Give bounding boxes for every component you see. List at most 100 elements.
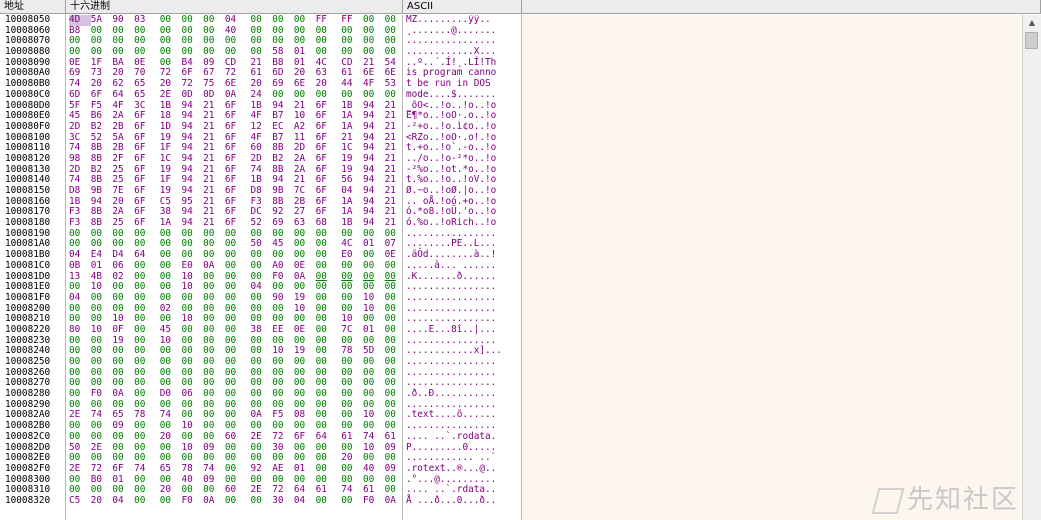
hex-byte[interactable]: 00 xyxy=(134,292,156,304)
hex-row[interactable]: 6D6F64652E0D0D0A2400000000000000 xyxy=(66,89,402,101)
hex-row[interactable]: 0B01060000E00A0000A00E0000000000 xyxy=(66,260,402,272)
scroll-thumb[interactable] xyxy=(1025,32,1038,49)
hex-byte[interactable]: 00 xyxy=(316,292,338,304)
hex-byte[interactable]: 0A xyxy=(203,260,225,272)
hex-byte[interactable]: 00 xyxy=(112,431,134,443)
ascii-row[interactable]: -²+o..!o.ì¢o..!o xyxy=(403,121,521,133)
hex-byte[interactable]: 64 xyxy=(316,431,338,443)
hex-byte[interactable]: 04 xyxy=(69,292,91,304)
address-column-header[interactable]: 地址 xyxy=(0,0,66,14)
hex-byte[interactable]: 0A xyxy=(203,495,225,507)
hex-byte[interactable]: 00 xyxy=(251,495,273,507)
hex-byte[interactable]: 0D xyxy=(181,89,203,101)
hex-byte[interactable]: 2B xyxy=(112,121,134,133)
hex-byte[interactable]: 00 xyxy=(181,292,203,304)
hex-byte[interactable]: 04 xyxy=(294,495,316,507)
hex-byte[interactable]: 40 xyxy=(363,463,385,475)
hex-byte[interactable]: 04 xyxy=(112,495,134,507)
hex-byte[interactable]: 00 xyxy=(385,260,402,272)
hex-byte[interactable]: 00 xyxy=(341,260,363,272)
hex-row[interactable]: C520040000F00A000030040000F00A00 xyxy=(66,495,402,507)
hex-byte[interactable]: 00 xyxy=(160,292,182,304)
hex-byte[interactable]: 78 xyxy=(181,463,203,475)
hex-row[interactable]: 2DB22B6F1D94216F12ECA26F1A94216F xyxy=(66,121,402,133)
hex-byte[interactable]: 00 xyxy=(225,292,247,304)
hex-byte[interactable]: 2E xyxy=(69,463,91,475)
hex-byte[interactable]: 61 xyxy=(385,431,402,443)
hex-byte[interactable]: 00 xyxy=(91,292,113,304)
hex-byte[interactable]: 6D xyxy=(69,89,91,101)
hex-byte[interactable]: 94 xyxy=(181,121,203,133)
hex-row[interactable]: 2E726F746578740092AE010000400900 xyxy=(66,463,402,475)
hex-byte[interactable]: 00 xyxy=(251,292,273,304)
hex-byte[interactable]: 74 xyxy=(134,463,156,475)
hex-byte[interactable]: 00 xyxy=(112,292,134,304)
hex-byte[interactable]: 94 xyxy=(363,121,385,133)
comment-pane[interactable] xyxy=(522,15,1023,520)
hex-byte[interactable]: A2 xyxy=(294,121,316,133)
hex-pane[interactable]: 4D 5A 90 03 00 00 00 04 00 00 00 FF FF 00 00 B8 00 00 00 00… xyxy=(66,15,403,520)
hex-byte[interactable]: 00 xyxy=(91,431,113,443)
ascii-row[interactable]: ................ xyxy=(403,292,521,304)
hex-byte[interactable]: 74 xyxy=(203,463,225,475)
hex-byte[interactable]: 65 xyxy=(160,463,182,475)
ascii-column-header[interactable]: ASCII xyxy=(403,0,522,14)
hex-byte[interactable]: 06 xyxy=(112,260,134,272)
hex-byte[interactable]: 92 xyxy=(251,463,273,475)
hex-byte[interactable]: 90 xyxy=(272,292,294,304)
hex-byte[interactable]: 30 xyxy=(272,495,294,507)
hex-byte[interactable]: 6F xyxy=(225,121,247,133)
hex-byte[interactable]: 24 xyxy=(251,89,273,101)
hex-byte[interactable]: 0A xyxy=(385,495,402,507)
hex-byte[interactable]: 21 xyxy=(385,121,402,133)
hex-byte[interactable]: 00 xyxy=(225,463,247,475)
hex-byte[interactable]: 00 xyxy=(316,89,338,101)
vertical-scrollbar[interactable]: ▲ xyxy=(1022,15,1041,520)
hex-byte[interactable]: 00 xyxy=(225,260,247,272)
hex-byte[interactable]: 6F xyxy=(134,121,156,133)
hex-byte[interactable]: F0 xyxy=(181,495,203,507)
hex-byte[interactable]: F0 xyxy=(363,495,385,507)
ascii-pane[interactable]: MZ.........ÿÿ.. ¸.......@................… xyxy=(403,15,522,520)
hex-byte[interactable]: AE xyxy=(272,463,294,475)
hex-byte[interactable]: EC xyxy=(272,121,294,133)
hex-byte[interactable]: 00 xyxy=(134,495,156,507)
hex-byte[interactable]: 00 xyxy=(341,463,363,475)
ascii-row[interactable]: Å ...ð...0...ð.. xyxy=(403,495,521,507)
hex-byte[interactable]: 00 xyxy=(134,431,156,443)
hex-byte[interactable]: 60 xyxy=(225,431,247,443)
hex-byte[interactable]: 00 xyxy=(316,463,338,475)
hex-byte[interactable]: 00 xyxy=(341,495,363,507)
hex-byte[interactable]: 2E xyxy=(251,431,273,443)
hex-byte[interactable]: 00 xyxy=(316,495,338,507)
hex-byte[interactable]: 19 xyxy=(294,292,316,304)
hex-byte[interactable]: 00 xyxy=(341,89,363,101)
hex-byte[interactable]: 00 xyxy=(69,431,91,443)
hex-row[interactable]: 00000000200000602E726F6461746100 xyxy=(66,431,402,443)
hex-byte[interactable]: 00 xyxy=(385,292,402,304)
hex-byte[interactable]: 20 xyxy=(160,431,182,443)
ascii-row[interactable]: .....à... ...... xyxy=(403,260,521,272)
hex-byte[interactable]: A0 xyxy=(272,260,294,272)
hex-byte[interactable]: 20 xyxy=(91,495,113,507)
hex-byte[interactable]: 00 xyxy=(251,260,273,272)
ascii-row[interactable]: .rotext..®...@.. xyxy=(403,463,521,475)
hex-byte[interactable]: 6F xyxy=(316,121,338,133)
hex-byte[interactable]: 2D xyxy=(69,121,91,133)
hex-byte[interactable]: 6F xyxy=(91,89,113,101)
hex-byte[interactable]: 64 xyxy=(112,89,134,101)
hex-byte[interactable]: 12 xyxy=(251,121,273,133)
hex-byte[interactable]: E0 xyxy=(181,260,203,272)
hex-byte[interactable]: 00 xyxy=(181,431,203,443)
hex-byte[interactable]: 00 xyxy=(160,495,182,507)
hex-byte[interactable]: 1A xyxy=(341,121,363,133)
hex-byte[interactable]: 00 xyxy=(385,89,402,101)
hex-byte[interactable]: 72 xyxy=(272,431,294,443)
hex-byte[interactable]: 00 xyxy=(134,260,156,272)
hex-byte[interactable]: 6F xyxy=(294,431,316,443)
ascii-row[interactable]: mode....$....... xyxy=(403,89,521,101)
hex-byte[interactable]: 09 xyxy=(385,463,402,475)
hex-byte[interactable]: 74 xyxy=(363,431,385,443)
hex-byte[interactable]: 2E xyxy=(160,89,182,101)
hex-byte[interactable]: 1D xyxy=(160,121,182,133)
